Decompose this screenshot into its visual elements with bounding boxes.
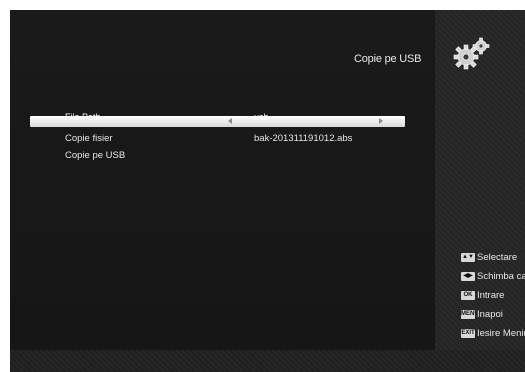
menu-key-icon: MENU	[461, 310, 475, 319]
menu-item-label: Copie fisier	[65, 133, 113, 144]
help-label: Intrare	[477, 290, 505, 301]
page-title: Copie pe USB	[354, 53, 422, 65]
help-legend: ▲▼Selectare ◀▶Schimba cadru OKIntrare ME…	[461, 252, 525, 347]
help-item-exit: EXIT Iesire Meniu	[461, 328, 525, 347]
up-down-keys-icon: ▲▼	[461, 253, 475, 262]
help-label: Iesire Meniu	[477, 328, 525, 339]
help-label: Selectare	[477, 252, 518, 263]
menu-item-file-path[interactable]: File Path usb	[30, 112, 405, 127]
exit-key-icon: EXIT	[461, 329, 475, 338]
help-label: Schimba cadru	[477, 271, 525, 282]
help-item-switch-frame: ◀▶Schimba cadru	[461, 271, 525, 290]
help-label: Inapoi	[477, 309, 503, 320]
help-item-enter: OK Intrare	[461, 290, 525, 309]
menu-item-value: usb	[254, 112, 269, 122]
tv-screen: File Path usb Copie fisier bak-201311191…	[10, 10, 525, 372]
title-pointer-icon	[425, 50, 434, 68]
arrow-right-icon[interactable]	[379, 118, 383, 124]
menu-item-label: File Path	[65, 112, 101, 122]
menu-item-label: Copie pe USB	[65, 150, 126, 161]
menu-item-copie-pe-usb[interactable]: Copie pe USB	[30, 150, 405, 162]
ok-key-icon: OK	[461, 291, 475, 300]
left-right-keys-icon: ◀▶	[461, 272, 475, 281]
help-item-select: ▲▼ Selectare	[461, 252, 525, 271]
arrow-left-icon[interactable]	[228, 118, 232, 124]
gears-icon	[453, 37, 490, 70]
menu-item-value: bak-201311191012.abs	[254, 133, 353, 144]
help-item-back: MENUInapoi	[461, 309, 525, 328]
menu-item-copie-fisier[interactable]: Copie fisier bak-201311191012.abs	[30, 133, 405, 145]
bottom-bar	[10, 350, 525, 372]
